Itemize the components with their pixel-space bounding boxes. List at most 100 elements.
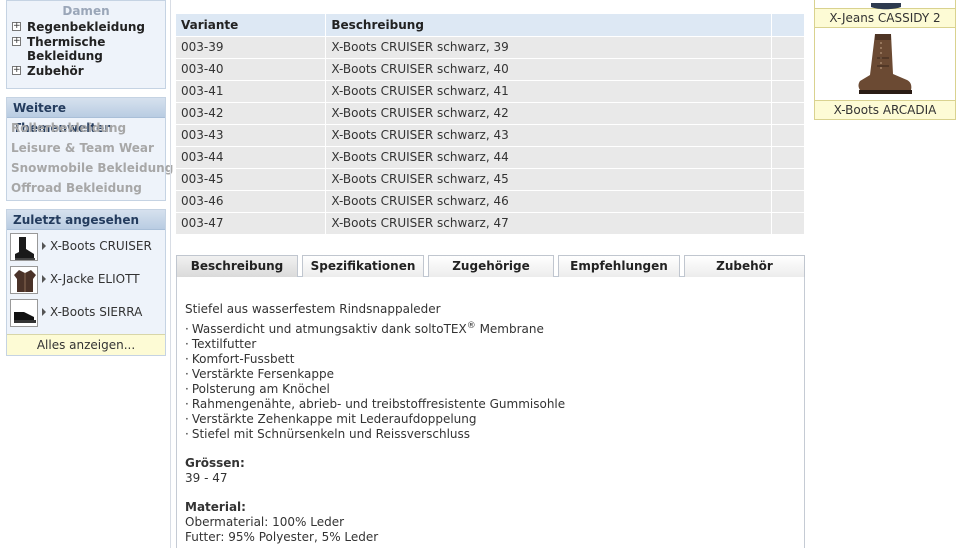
registered-mark: ® (466, 321, 476, 331)
bullet: · (185, 367, 189, 381)
theme-link-snowmobile-bekleidung[interactable]: Snowmobile Bekleidung (7, 158, 173, 178)
column-header-empty (771, 14, 805, 36)
sizes-value: 39 - 47 (185, 471, 228, 485)
bullet: · (185, 322, 189, 336)
table-row[interactable]: 003-40 X-Boots CRUISER schwarz, 40 (176, 57, 805, 80)
show-all-link[interactable]: Alles anzeigen... (7, 334, 165, 355)
themes-box: Weitere Themenwelten Rollerbekleidung Le… (6, 97, 173, 201)
variant-cell: 003-41 (176, 79, 327, 102)
recent-item-label[interactable]: X-Boots SIERRA (50, 305, 142, 319)
description-cell: X-Boots CRUISER schwarz, 47 (325, 211, 772, 234)
bullet: · (185, 397, 189, 411)
feature-item: · Polsterung am Knöchel (185, 382, 804, 397)
recent-item-label[interactable]: X-Boots CRUISER (50, 239, 152, 253)
tab-zubehoer[interactable]: Zubehör (684, 255, 805, 277)
theme-link-rollerbekleidung[interactable]: Rollerbekleidung (7, 118, 165, 138)
bullet: · (185, 337, 189, 351)
table-row[interactable]: 003-44 X-Boots CRUISER schwarz, 44 (176, 145, 805, 168)
feature-text: Textilfutter (191, 337, 257, 351)
empty-cell (771, 79, 805, 102)
variant-cell: 003-40 (176, 57, 327, 80)
table-row[interactable]: 003-46 X-Boots CRUISER schwarz, 46 (176, 189, 805, 212)
empty-cell (771, 145, 805, 168)
description-intro: Stiefel aus wasserfestem Rindsnappaleder (185, 302, 441, 316)
category-label[interactable]: Regenbekleidung (27, 20, 145, 34)
recent-item-label[interactable]: X-Jacke ELIOTT (50, 272, 140, 286)
empty-cell (771, 101, 805, 124)
related-product-arcadia[interactable]: X-Boots ARCADIA (814, 27, 956, 120)
feature-text: Stiefel mit Schnürsenkeln und Reissversc… (191, 427, 471, 441)
column-divider (170, 0, 171, 548)
product-label[interactable]: X-Jeans CASSIDY 2 (815, 8, 955, 27)
description-cell: X-Boots CRUISER schwarz, 39 (325, 35, 772, 58)
theme-link-offroad-bekleidung[interactable]: Offroad Bekleidung (7, 178, 165, 198)
table-row[interactable]: 003-47 X-Boots CRUISER schwarz, 47 (176, 211, 805, 234)
recently-viewed-box: Zuletzt angesehen X-Boots CRUISER X-Jack… (6, 209, 166, 356)
description-cell: X-Boots CRUISER schwarz, 43 (325, 123, 772, 146)
category-header-damen[interactable]: Damen (7, 4, 165, 18)
variant-cell: 003-44 (176, 145, 327, 168)
feature-item: · Wasserdicht und atmungsaktiv dank solto… (185, 322, 804, 337)
empty-cell (771, 167, 805, 190)
tab-beschreibung[interactable]: Beschreibung (176, 255, 298, 277)
description-cell: X-Boots CRUISER schwarz, 41 (325, 79, 772, 102)
variant-cell: 003-46 (176, 189, 327, 212)
empty-cell (771, 57, 805, 80)
expand-plus-icon[interactable]: + (12, 37, 21, 46)
product-image-partial[interactable] (815, 0, 955, 10)
feature-text: Verstärkte Zehenkappe mit Lederaufdoppel… (191, 412, 477, 426)
feature-text: Komfort-Fussbett (191, 352, 295, 366)
theme-link-leisure-team-wear[interactable]: Leisure & Team Wear (7, 138, 165, 158)
tab-spezifikationen[interactable]: Spezifikationen (302, 255, 424, 277)
recent-item-sierra[interactable]: X-Boots SIERRA (7, 296, 165, 329)
feature-item: · Rahmengenähte, abrieb- und treibstoffre… (185, 397, 804, 412)
boot-thumbnail-icon[interactable] (10, 233, 38, 261)
recent-item-eliott[interactable]: X-Jacke ELIOTT (7, 263, 165, 296)
description-cell: X-Boots CRUISER schwarz, 40 (325, 57, 772, 80)
empty-cell (771, 211, 805, 234)
table-row[interactable]: 003-45 X-Boots CRUISER schwarz, 45 (176, 167, 805, 190)
tab-zugehoerige-dateien[interactable]: Zugehörige Dateien (428, 255, 554, 294)
expand-plus-icon[interactable]: + (12, 22, 21, 31)
variant-cell: 003-42 (176, 101, 327, 124)
category-item-regenbekleidung[interactable]: + Regenbekleidung (7, 20, 165, 34)
bullet: · (185, 427, 189, 441)
boot-thumbnail-icon[interactable] (10, 299, 38, 327)
description-cell: X-Boots CRUISER schwarz, 42 (325, 101, 772, 124)
material-line: Obermaterial: 100% Leder (185, 515, 345, 529)
jacket-thumbnail-icon[interactable] (10, 266, 38, 294)
recent-item-cruiser[interactable]: X-Boots CRUISER (7, 230, 165, 263)
variant-cell: 003-45 (176, 167, 327, 190)
column-header-beschreibung: Beschreibung (325, 14, 772, 36)
description-panel: Stiefel aus wasserfestem Rindsnappaleder… (176, 277, 805, 548)
variant-cell: 003-47 (176, 211, 327, 234)
feature-text: Wasserdicht und atmungsaktiv dank soltoT… (191, 322, 467, 336)
table-row[interactable]: 003-43 X-Boots CRUISER schwarz, 43 (176, 123, 805, 146)
themes-title: Weitere Themenwelten (7, 98, 165, 135)
feature-item: · Komfort-Fussbett (185, 352, 804, 367)
empty-cell (771, 35, 805, 58)
empty-cell (771, 123, 805, 146)
expand-plus-icon[interactable]: + (12, 66, 21, 75)
category-item-thermische-bekleidung[interactable]: + Thermische Bekleidung (7, 35, 112, 63)
arrow-right-icon (42, 308, 46, 316)
arrow-right-icon (42, 242, 46, 250)
category-item-zubehoer[interactable]: + Zubehör (7, 64, 165, 78)
table-row[interactable]: 003-42 X-Boots CRUISER schwarz, 42 (176, 101, 805, 124)
category-label[interactable]: Thermische Bekleidung (27, 35, 105, 63)
description-cell: X-Boots CRUISER schwarz, 44 (325, 145, 772, 168)
product-label[interactable]: X-Boots ARCADIA (815, 100, 955, 119)
category-nav: Damen + Regenbekleidung + Thermische Bek… (6, 0, 166, 89)
material-line: Futter: 95% Polyester, 5% Leder (185, 530, 379, 544)
description-cell: X-Boots CRUISER schwarz, 45 (325, 167, 772, 190)
category-label[interactable]: Zubehör (27, 64, 84, 78)
feature-text: Rahmengenähte, abrieb- und treibstoffres… (191, 397, 566, 411)
material-label: Material: (185, 500, 246, 514)
table-row[interactable]: 003-39 X-Boots CRUISER schwarz, 39 (176, 35, 805, 58)
table-header-row: Variante Beschreibung (176, 14, 805, 36)
tab-empfehlungen[interactable]: Empfehlungen (558, 255, 680, 277)
feature-item: · Stiefel mit Schnürsenkeln und Reissvers… (185, 427, 804, 442)
brown-boot-image-icon[interactable] (815, 28, 955, 100)
related-product-cassidy[interactable]: X-Jeans CASSIDY 2 (814, 0, 956, 28)
table-row[interactable]: 003-41 X-Boots CRUISER schwarz, 41 (176, 79, 805, 102)
